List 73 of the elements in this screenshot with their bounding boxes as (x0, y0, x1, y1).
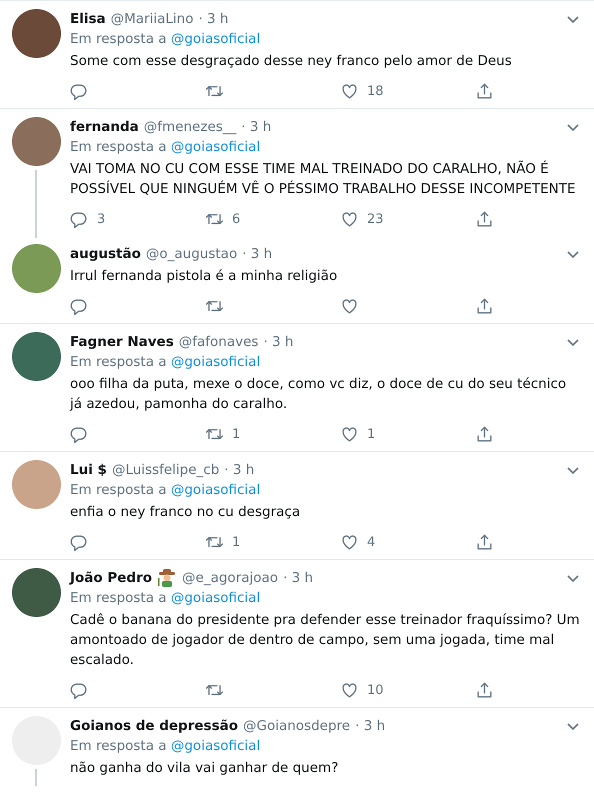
avatar[interactable] (12, 568, 60, 617)
retweet-count: 1 (232, 426, 240, 442)
tweet-text: enfia o ney franco no cu desgraça (70, 503, 302, 522)
like-count: 4 (367, 534, 376, 550)
heart-icon[interactable] (340, 424, 359, 444)
share-icon[interactable] (475, 424, 494, 444)
tweet-text: Cadê o banana do presidente pra defender esse treinador fraquíssimo? Um amontoado de jogador de dentro de campo, sem uma jogada, time mal escalado. (70, 611, 580, 670)
reply-icon[interactable] (70, 82, 89, 100)
user-name[interactable]: Fagner Naves (70, 332, 174, 352)
heart-icon[interactable] (340, 296, 359, 316)
heart-icon[interactable] (340, 680, 359, 700)
heart-icon[interactable] (340, 210, 359, 228)
reply-icon[interactable] (70, 296, 89, 316)
reply-context: Em resposta a (70, 482, 167, 498)
tweet-time[interactable]: · 3 h (263, 332, 294, 352)
tweet-time[interactable]: · 3 h (355, 716, 386, 736)
tweet-text: não ganha do vila vai ganhar de quem? (70, 759, 340, 778)
mention-link[interactable]: @goiasoficial (170, 590, 260, 606)
share-icon[interactable] (475, 532, 494, 552)
tweet-text: Irrul fernanda pistola é a minha religião (70, 267, 338, 286)
user-name[interactable]: Goianos de depressão (70, 716, 238, 736)
user-name[interactable]: fernanda (70, 117, 139, 137)
user-handle[interactable]: @Goianosdepre (243, 716, 350, 736)
reply-context: Em resposta a (70, 354, 167, 370)
retweet-count: 1 (232, 534, 240, 550)
like-count: 23 (367, 212, 384, 226)
user-handle[interactable]: @o_augustao (146, 244, 238, 264)
like-count: 1 (367, 426, 376, 442)
tweet-time[interactable]: · 3 h (283, 568, 314, 588)
avatar[interactable] (12, 332, 60, 381)
tweet-text: ooo filha da puta, mexe o doce, como vc diz, o doce de cu do seu técnico já azedou, pamonha do caralho. (70, 375, 568, 414)
reply-icon[interactable] (70, 532, 89, 552)
share-icon[interactable] (475, 82, 494, 100)
mention-link[interactable]: @goiasoficial (170, 139, 260, 155)
tweet-time[interactable]: · 3 h (241, 117, 272, 137)
reply-context: Em resposta a (70, 139, 167, 155)
user-name[interactable]: João Pedro (70, 568, 152, 588)
thread-line (35, 769, 37, 786)
user-handle[interactable]: @fmenezes__ (144, 117, 236, 137)
user-handle[interactable]: @e_agorajoao (182, 568, 278, 588)
reply-icon[interactable] (70, 424, 89, 444)
share-icon[interactable] (475, 210, 494, 228)
user-handle[interactable]: @fafonaves (178, 332, 258, 352)
mention-link[interactable]: @goiasoficial (170, 738, 260, 754)
reply-count: 3 (97, 212, 106, 226)
tweet-text: VAI TOMA NO CU COM ESSE TIME MAL TREINADO DO CARALHO, NÃO É POSSÍVEL QUE NINGUÉM VÊ O PÉSSIMO TRABALHO DESSE INCOMPETENTE (70, 160, 576, 199)
tweet-time[interactable]: · 3 h (242, 244, 272, 264)
retweet-count: 6 (232, 212, 240, 226)
like-count: 10 (367, 682, 384, 698)
tweet-time[interactable]: · 3 h (198, 9, 228, 29)
tweet-text: Some com esse desgraçado desse ney franco pelo amor de Deus (70, 52, 513, 71)
user-name[interactable]: Elisa (70, 9, 106, 29)
share-icon[interactable] (475, 680, 494, 700)
tweet-time[interactable]: · 3 h (224, 460, 254, 480)
reply-context: Em resposta a (70, 738, 167, 754)
heart-icon[interactable] (340, 82, 359, 100)
reply-icon[interactable] (70, 210, 89, 228)
thread-line (35, 170, 37, 238)
reply-context: Em resposta a (70, 31, 167, 47)
avatar[interactable] (12, 117, 60, 166)
like-count: 18 (367, 84, 384, 98)
reply-icon[interactable] (70, 680, 89, 700)
user-handle[interactable]: @Luissfelipe_cb (112, 460, 220, 480)
avatar[interactable] (12, 9, 60, 58)
mention-link[interactable]: @goiasoficial (170, 482, 260, 498)
user-handle[interactable]: @MariiaLino (110, 9, 194, 29)
mention-link[interactable]: @goiasoficial (170, 31, 260, 47)
user-name[interactable]: augustão (70, 244, 141, 264)
heart-icon[interactable] (340, 532, 359, 552)
user-name[interactable]: Lui $ (70, 460, 107, 480)
share-icon[interactable] (475, 296, 494, 316)
reply-context: Em resposta a (70, 590, 167, 606)
mention-link[interactable]: @goiasoficial (170, 354, 260, 370)
